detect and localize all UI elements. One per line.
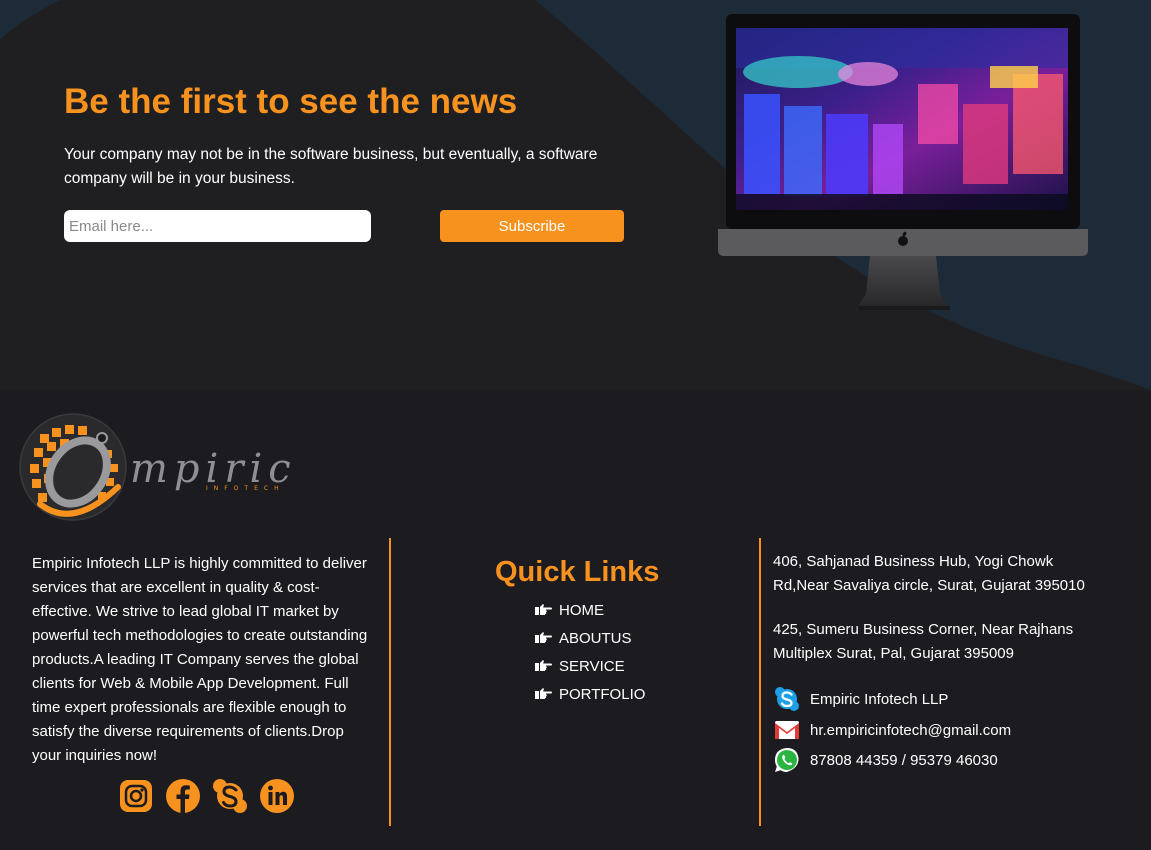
newsletter-title: Be the first to see the news	[64, 82, 518, 121]
pointing-hand-icon	[535, 660, 552, 671]
subscribe-button[interactable]: Subscribe	[440, 210, 624, 242]
footer: mpiric INFOTECH Empiric Infotech LLP is …	[0, 390, 1151, 850]
logo-subtext: INFOTECH	[206, 485, 285, 492]
quick-link-label: HOME	[559, 601, 604, 619]
instagram-icon	[120, 780, 152, 812]
contact-phone[interactable]: 87808 44359 / 95379 46030	[773, 746, 998, 774]
address-sumeru: 425, Sumeru Business Corner, Near Rajhan…	[773, 621, 1074, 662]
linkedin-link[interactable]	[258, 777, 296, 815]
skype-icon	[213, 779, 247, 813]
whatsapp-icon	[775, 748, 799, 772]
quick-link-label: SERVICE	[559, 657, 625, 675]
gmail-icon	[775, 721, 799, 739]
contact-skype[interactable]: Empiric Infotech LLP	[773, 685, 948, 713]
about-description: Empiric Infotech LLP is highly committed…	[32, 555, 368, 764]
quick-link-label: PORTFOLIO	[559, 685, 646, 703]
skype-icon	[775, 687, 799, 711]
contact-email[interactable]: hr.empiricinfotech@gmail.com	[773, 716, 1011, 744]
quick-link-service[interactable]: SERVICE	[535, 652, 645, 680]
pointing-hand-icon	[535, 688, 552, 699]
quick-link-aboutus[interactable]: ABOUTUS	[535, 624, 645, 652]
social-links	[117, 777, 297, 815]
facebook-link[interactable]	[164, 777, 202, 815]
address-sahjanad: 406, Sahjanad Business Hub, Yogi Chowk R…	[773, 553, 1085, 594]
column-divider	[759, 538, 761, 826]
pointing-hand-icon	[535, 604, 552, 615]
phone-numbers: 87808 44359 / 95379 46030	[810, 751, 998, 769]
skype-name: Empiric Infotech LLP	[810, 690, 949, 708]
quick-links-list: HOME ABOUTUS SERVICE PORTFOLIO	[535, 596, 645, 708]
email-input[interactable]	[64, 210, 371, 242]
imac-illustration	[718, 14, 1088, 310]
globe-logo-icon	[19, 413, 127, 521]
newsletter-description: Your company may not be in the software …	[64, 146, 598, 187]
skype-link[interactable]	[211, 777, 249, 815]
quick-links-title: Quick Links	[495, 556, 660, 588]
quick-link-label: ABOUTUS	[559, 629, 632, 647]
email-address: hr.empiricinfotech@gmail.com	[810, 721, 1012, 739]
newsletter-section: Be the first to see the news Your compan…	[0, 0, 1151, 390]
quick-link-home[interactable]: HOME	[535, 596, 645, 624]
quick-link-portfolio[interactable]: PORTFOLIO	[535, 680, 645, 708]
linkedin-icon	[260, 779, 294, 813]
instagram-link[interactable]	[117, 777, 155, 815]
column-divider	[389, 538, 391, 826]
pointing-hand-icon	[535, 632, 552, 643]
empiric-logo[interactable]: mpiric INFOTECH	[18, 412, 318, 524]
facebook-icon	[166, 779, 200, 813]
